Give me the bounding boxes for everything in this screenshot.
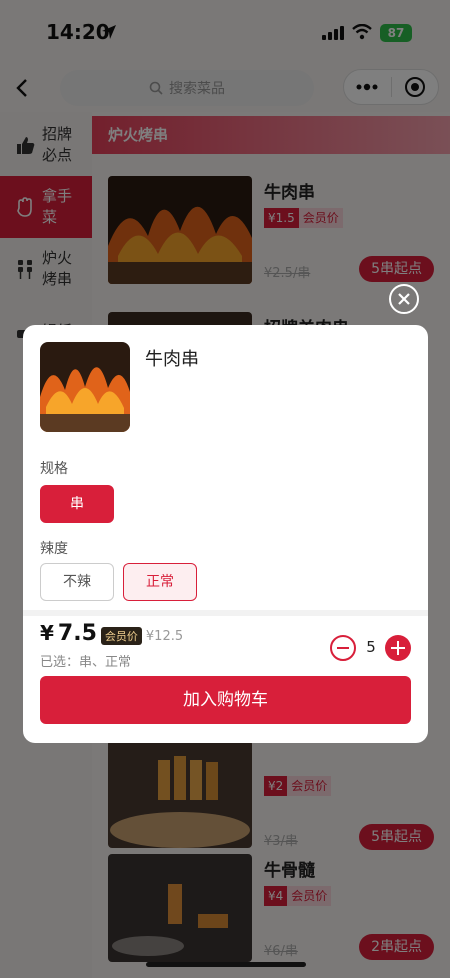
- spice-option-mild[interactable]: 不辣: [40, 563, 114, 601]
- quantity-value: 5: [366, 638, 376, 656]
- spec-option-skewer[interactable]: 串: [40, 485, 114, 523]
- add-to-cart-button[interactable]: 加入购物车: [40, 676, 411, 724]
- spec-label: 规格: [40, 461, 68, 477]
- modal-product-image: [40, 342, 130, 432]
- close-modal-button[interactable]: [389, 284, 419, 314]
- price-value: 7.5: [57, 621, 97, 646]
- quantity-decrease-button[interactable]: [330, 635, 356, 661]
- close-icon: [398, 293, 410, 305]
- modal-price: ¥ 7.5 会员价 ¥12.5: [40, 621, 183, 646]
- home-indicator[interactable]: [146, 962, 306, 967]
- product-options-modal: 牛肉串 规格 串 辣度 不辣 正常 ¥ 7.5 会员价 ¥12.5 已选：串、正…: [23, 325, 428, 743]
- quantity-increase-button[interactable]: [385, 635, 411, 661]
- original-price: ¥12.5: [145, 629, 184, 644]
- price-currency: ¥: [40, 621, 54, 645]
- modal-product-name: 牛肉串: [145, 349, 199, 370]
- selected-options-text: 已选：串、正常: [40, 655, 132, 670]
- spice-label: 辣度: [40, 541, 68, 557]
- spice-option-normal[interactable]: 正常: [123, 563, 197, 601]
- modal-divider: [23, 610, 428, 616]
- member-price-badge: 会员价: [100, 627, 142, 645]
